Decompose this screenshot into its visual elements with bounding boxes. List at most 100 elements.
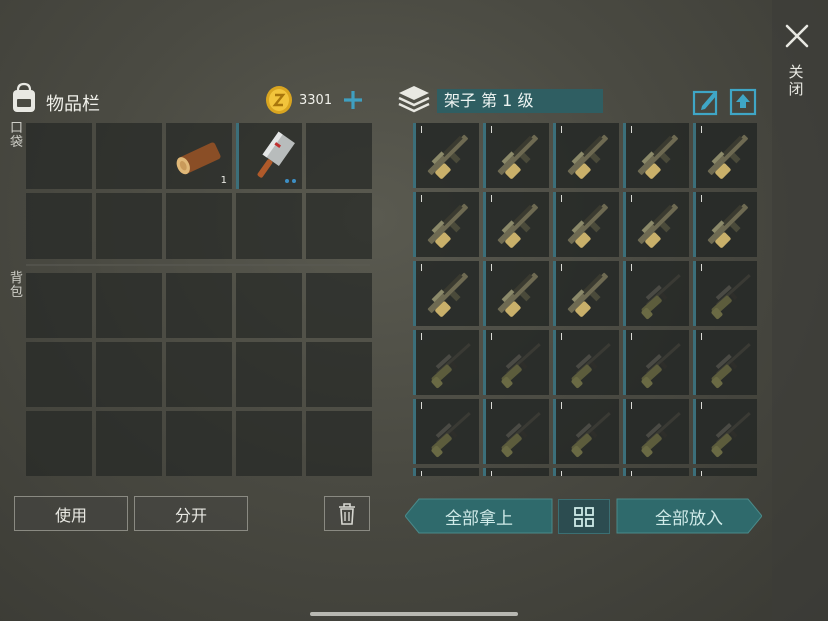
bag-slot[interactable] — [26, 273, 92, 338]
cleaver-icon — [257, 131, 295, 178]
trash-button[interactable] — [324, 496, 370, 531]
shelf-slot[interactable]: I — [413, 330, 479, 395]
tier-label: I — [630, 332, 633, 343]
shelf-slot[interactable]: I — [413, 399, 479, 464]
shelf-slot[interactable]: I — [623, 468, 689, 476]
shelf-slot[interactable]: I — [483, 192, 549, 257]
bag-slot[interactable] — [306, 342, 372, 407]
bag-slot[interactable] — [26, 342, 92, 407]
upload-icon[interactable] — [729, 86, 757, 116]
rifle-icon — [571, 412, 611, 458]
shelf-slot[interactable]: I — [623, 330, 689, 395]
rifle-icon — [711, 412, 751, 458]
use-button[interactable]: 使用 — [14, 496, 128, 531]
item-quantity: 1 — [220, 175, 227, 186]
tier-label: I — [490, 125, 493, 136]
pocket-slot[interactable] — [26, 193, 92, 259]
shelf-slot[interactable]: I — [483, 261, 549, 326]
shelf-slot[interactable]: I — [483, 330, 549, 395]
bag-slot[interactable] — [236, 411, 302, 476]
shelf-slot[interactable]: I — [693, 330, 757, 395]
put-all-button[interactable]: 全部放入 — [616, 498, 762, 534]
tier-label: I — [630, 194, 633, 205]
bag-slot[interactable] — [306, 273, 372, 338]
shelf-slot[interactable]: I — [483, 399, 549, 464]
bag-slot[interactable] — [306, 411, 372, 476]
shelf-slot[interactable]: I — [693, 261, 757, 326]
tier-label: I — [490, 332, 493, 343]
rifle-icon — [571, 343, 611, 389]
pocket-slot[interactable] — [26, 123, 92, 189]
tier-label: I — [420, 401, 423, 412]
tier-label: I — [420, 332, 423, 343]
shelf-slot[interactable]: I — [553, 123, 619, 188]
bag-slot[interactable] — [96, 342, 162, 407]
tier-label: I — [420, 194, 423, 205]
tier-label: I — [560, 194, 563, 205]
pocket-slot[interactable] — [236, 193, 302, 259]
pocket-slot[interactable] — [306, 193, 372, 259]
pocket-slot[interactable]: 1 — [166, 123, 232, 189]
bag-slot[interactable] — [236, 342, 302, 407]
pocket-slot[interactable] — [96, 123, 162, 189]
shotgun-icon — [637, 134, 678, 179]
bag-slot[interactable] — [166, 411, 232, 476]
shelf-name[interactable]: 架子 第 1 级 — [437, 89, 603, 113]
close-label[interactable]: 关闭 — [786, 64, 806, 98]
shelf-slot[interactable]: I — [623, 123, 689, 188]
pocket-label: 口袋 — [10, 121, 24, 150]
shelf-slot[interactable]: I — [483, 468, 549, 476]
rifle-icon — [501, 343, 541, 389]
shelf-slot[interactable]: I — [553, 192, 619, 257]
split-button[interactable]: 分开 — [134, 496, 248, 531]
shelf-slot[interactable]: I — [413, 123, 479, 188]
sort-button[interactable] — [558, 499, 610, 534]
shelf-slot[interactable]: I — [553, 468, 619, 476]
bag-slot[interactable] — [166, 273, 232, 338]
tier-label: I — [700, 332, 703, 343]
rifle-icon — [431, 412, 471, 458]
bag-slot[interactable] — [166, 342, 232, 407]
rifle-icon — [641, 343, 681, 389]
home-indicator[interactable] — [310, 612, 518, 616]
tier-label: I — [700, 401, 703, 412]
rifle-icon — [704, 474, 756, 476]
shelf-slot[interactable]: I — [623, 192, 689, 257]
shelf-slot[interactable]: I — [693, 399, 757, 464]
shelf-slot[interactable]: I — [623, 399, 689, 464]
tier-label: I — [630, 401, 633, 412]
tier-label: I — [490, 401, 493, 412]
tier-label: I — [560, 125, 563, 136]
take-all-button[interactable]: 全部拿上 — [405, 498, 553, 534]
pocket-grid: 1 — [26, 123, 372, 259]
durability-dots — [285, 179, 296, 183]
shelf-slot[interactable]: I — [693, 123, 757, 188]
shelf-slot[interactable]: I — [413, 468, 479, 476]
bag-slot[interactable] — [236, 273, 302, 338]
pocket-slot[interactable] — [306, 123, 372, 189]
shelf-slot[interactable]: I — [413, 261, 479, 326]
rifle-icon — [711, 274, 751, 320]
shelf-slot[interactable]: I — [483, 123, 549, 188]
pocket-slot[interactable] — [166, 193, 232, 259]
pocket-slot[interactable] — [96, 193, 162, 259]
bag-slot[interactable] — [96, 273, 162, 338]
tier-label: I — [700, 125, 703, 136]
shelf-slot[interactable]: I — [553, 261, 619, 326]
shelf-slot[interactable]: I — [413, 192, 479, 257]
edit-icon[interactable] — [692, 88, 720, 116]
shotgun-icon — [637, 203, 678, 248]
tier-label: I — [700, 470, 703, 476]
shelf-slot[interactable]: I — [693, 468, 757, 476]
bag-slot[interactable] — [96, 411, 162, 476]
tier-label: I — [630, 125, 633, 136]
shelf-slot[interactable]: I — [623, 261, 689, 326]
plus-icon[interactable] — [342, 88, 364, 112]
shelf-slot[interactable]: I — [553, 330, 619, 395]
pocket-slot[interactable] — [236, 123, 302, 189]
shelf-slot[interactable]: I — [693, 192, 757, 257]
close-icon[interactable] — [783, 22, 811, 50]
shotgun-icon — [707, 203, 748, 248]
shelf-slot[interactable]: I — [553, 399, 619, 464]
bag-slot[interactable] — [26, 411, 92, 476]
